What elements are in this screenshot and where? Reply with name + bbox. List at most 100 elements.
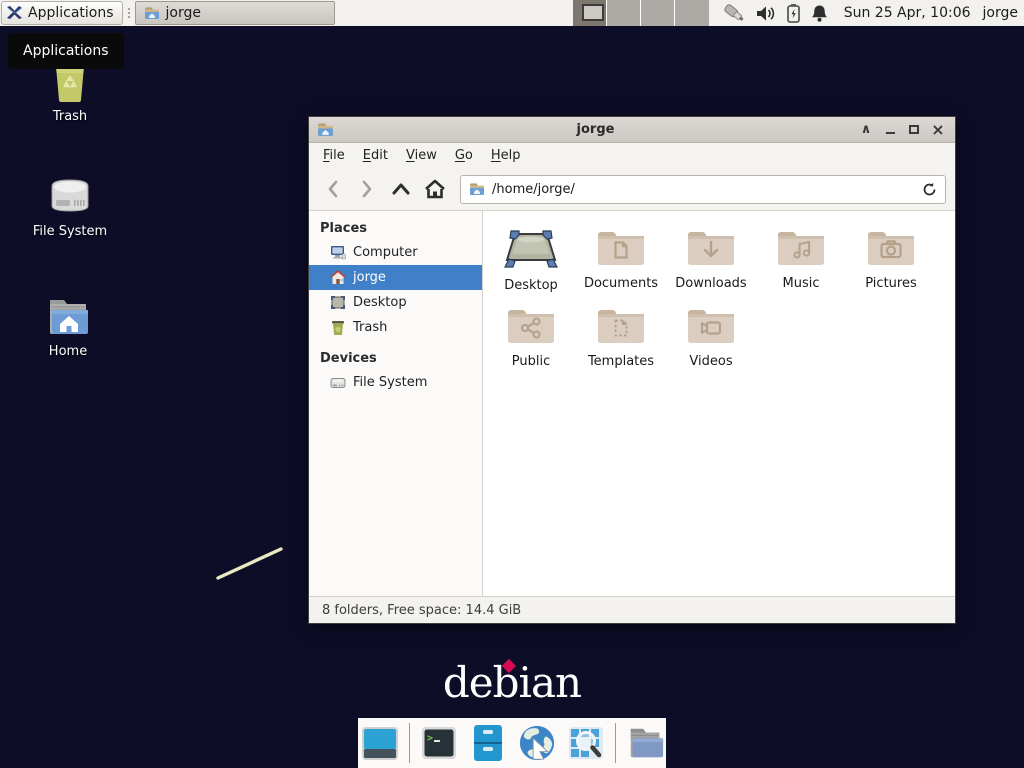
videos-folder-icon xyxy=(685,303,737,347)
sidebar-item-jorge[interactable]: jorge xyxy=(309,265,482,290)
file-cabinet-icon xyxy=(471,723,505,763)
folder-item-videos[interactable]: Videos xyxy=(666,303,756,369)
workspace-2[interactable] xyxy=(607,0,641,26)
folder-item-pictures[interactable]: Pictures xyxy=(846,225,936,293)
folder-label: Music xyxy=(783,276,820,291)
up-button[interactable] xyxy=(386,174,416,204)
path-folder-icon xyxy=(469,182,485,196)
sidebar: Places Computer jorge xyxy=(309,211,483,596)
notifications-bell-icon[interactable] xyxy=(811,4,828,23)
taskbar-window-button[interactable]: jorge xyxy=(135,1,335,25)
web-browser-button[interactable] xyxy=(517,723,557,763)
hard-drive-icon xyxy=(44,174,96,218)
terminal-icon: > xyxy=(420,724,458,762)
status-text: 8 folders, Free space: 14.4 GiB xyxy=(322,603,521,618)
drawing-tablet-icon[interactable] xyxy=(723,3,746,23)
desktop-icon-label: Trash xyxy=(53,109,87,124)
workspace-window-preview xyxy=(582,4,604,21)
minimize-button[interactable] xyxy=(881,121,899,139)
top-panel: Applications jorge xyxy=(0,0,1024,26)
workspace-3[interactable] xyxy=(641,0,675,26)
folder-item-documents[interactable]: Documents xyxy=(576,225,666,293)
desktop-icon-label: Home xyxy=(49,344,87,359)
reload-icon[interactable] xyxy=(922,182,937,197)
path-bar[interactable]: /home/jorge/ xyxy=(460,175,946,204)
statusbar: 8 folders, Free space: 14.4 GiB xyxy=(309,596,955,623)
sidebar-item-label: jorge xyxy=(353,270,386,285)
hard-drive-small-icon xyxy=(330,376,346,390)
desktop-icon-label: File System xyxy=(33,224,107,239)
path-input[interactable]: /home/jorge/ xyxy=(492,182,915,197)
icon-view[interactable]: Desktop Documents xyxy=(483,211,955,596)
folder-item-desktop[interactable]: Desktop xyxy=(486,225,576,293)
workspace-1[interactable] xyxy=(573,0,607,26)
folder-label: Documents xyxy=(584,276,658,291)
dock: > xyxy=(358,718,666,768)
workspace-switcher xyxy=(573,0,709,26)
toolbar: /home/jorge/ xyxy=(309,168,955,211)
folder-item-templates[interactable]: Templates xyxy=(576,303,666,369)
taskbar-window-label: jorge xyxy=(166,5,201,21)
sidebar-item-filesystem[interactable]: File System xyxy=(309,370,482,395)
web-browser-globe-icon xyxy=(517,722,557,764)
downloads-folder-icon xyxy=(685,225,737,269)
volume-icon[interactable] xyxy=(756,5,776,22)
sidebar-item-label: Desktop xyxy=(353,295,407,310)
menu-help[interactable]: Help xyxy=(483,145,529,166)
home-button[interactable] xyxy=(420,174,450,204)
panel-clock[interactable]: Sun 25 Apr, 10:06 xyxy=(844,5,971,21)
home-folder-icon xyxy=(42,294,94,338)
folder-item-public[interactable]: Public xyxy=(486,303,576,369)
panel-username: jorge xyxy=(983,5,1018,21)
menu-go[interactable]: Go xyxy=(447,145,481,166)
folder-label: Downloads xyxy=(675,276,746,291)
show-desktop-icon xyxy=(360,723,400,763)
applications-menu-button[interactable]: Applications xyxy=(1,1,123,25)
applications-tooltip: Applications xyxy=(8,33,124,69)
shade-button[interactable]: ∧ xyxy=(857,121,875,139)
folder-label: Templates xyxy=(588,354,654,369)
sidebar-item-computer[interactable]: Computer xyxy=(309,240,482,265)
desktop-icon-home[interactable]: Home xyxy=(8,294,128,359)
close-button[interactable]: × xyxy=(929,121,947,139)
panel-handle[interactable] xyxy=(125,2,133,24)
dock-separator xyxy=(409,723,410,763)
desktop-icon xyxy=(330,295,346,310)
sidebar-item-label: File System xyxy=(353,375,427,390)
forward-button[interactable] xyxy=(352,174,382,204)
folder-label: Desktop xyxy=(504,278,558,293)
application-finder-button[interactable] xyxy=(566,723,606,763)
window-folder-icon xyxy=(317,122,334,137)
templates-folder-icon xyxy=(595,303,647,347)
file-manager-button[interactable] xyxy=(625,723,665,763)
terminal-button[interactable]: > xyxy=(419,723,459,763)
menu-edit[interactable]: Edit xyxy=(355,145,396,166)
debian-wordmark: debian xyxy=(443,658,581,707)
folder-item-music[interactable]: Music xyxy=(756,225,846,293)
folder-label: Public xyxy=(512,354,550,369)
folder-item-downloads[interactable]: Downloads xyxy=(666,225,756,293)
menu-view[interactable]: View xyxy=(398,145,445,166)
titlebar[interactable]: jorge ∧ × xyxy=(309,117,955,143)
menu-file[interactable]: File xyxy=(315,145,353,166)
stray-line-artifact xyxy=(210,541,300,589)
file-cabinet-button[interactable] xyxy=(468,723,508,763)
workspace-4[interactable] xyxy=(675,0,709,26)
desktop-icon-filesystem[interactable]: File System xyxy=(10,174,130,239)
places-header: Places xyxy=(309,215,482,240)
sidebar-item-label: Trash xyxy=(353,320,387,335)
sidebar-item-desktop[interactable]: Desktop xyxy=(309,290,482,315)
show-desktop-button[interactable] xyxy=(360,723,400,763)
system-tray xyxy=(723,3,828,23)
applications-menu-icon xyxy=(6,5,23,21)
folder-label: Videos xyxy=(689,354,732,369)
back-button[interactable] xyxy=(318,174,348,204)
public-folder-icon xyxy=(505,303,557,347)
battery-charging-icon[interactable] xyxy=(786,3,801,23)
maximize-button[interactable] xyxy=(905,121,923,139)
svg-text:>: > xyxy=(427,733,433,744)
sidebar-item-label: Computer xyxy=(353,245,418,260)
file-manager-folder-icon xyxy=(625,724,665,762)
desktop-special-icon xyxy=(502,225,560,271)
sidebar-item-trash[interactable]: Trash xyxy=(309,315,482,340)
